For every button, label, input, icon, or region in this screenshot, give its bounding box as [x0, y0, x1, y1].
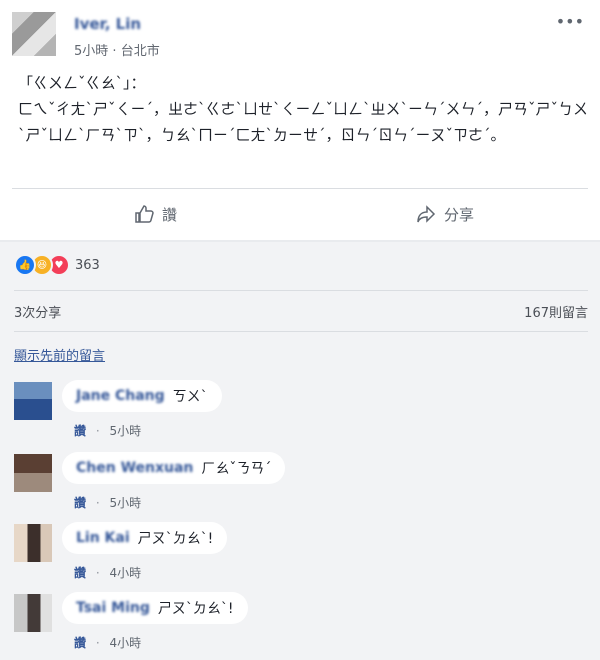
commenter-avatar[interactable]: [14, 594, 52, 632]
share-button[interactable]: 分享: [416, 199, 474, 229]
commenter-avatar[interactable]: [14, 454, 52, 492]
post-location[interactable]: 台北市: [121, 44, 160, 59]
comment-meta: 讚 · 4小時: [74, 634, 141, 651]
commenter-name[interactable]: Chen Wenxuan: [76, 460, 193, 476]
comment-time[interactable]: 5小時: [110, 424, 142, 438]
comment-bubble: Chen Wenxuan ㄏㄠˇㄋㄢˊ: [62, 452, 286, 484]
comment-text: ㄕㄡˋㄉㄠˋ!: [137, 531, 214, 547]
like-button[interactable]: 讚: [134, 199, 177, 229]
commenter-name[interactable]: Tsai Ming: [76, 600, 150, 616]
comment-time[interactable]: 4小時: [110, 636, 142, 650]
comment-time[interactable]: 5小時: [110, 496, 142, 510]
thumbs-up-icon: [135, 205, 154, 223]
comment-like-link[interactable]: 讚: [74, 636, 86, 650]
separator-dot: ·: [112, 44, 121, 59]
feedback-panel: 👍 😆 ♥ 363 3次分享 167則留言 顯示先前的留言 Jane Chang…: [0, 242, 600, 660]
reaction-count: 363: [75, 257, 100, 273]
show-previous-comments-link[interactable]: 顯示先前的留言: [14, 345, 105, 364]
comment-bubble: Tsai Ming ㄕㄡˋㄉㄠˋ!: [62, 592, 248, 624]
separator-dot: ·: [95, 566, 100, 580]
comment-like-link[interactable]: 讚: [74, 496, 86, 510]
post-text: 「ㄍㄨㄥˇㄍㄠˋ」： ㄈㄟˇㄔㄤˋㄕˇㄑㄧˊ，ㄓㄜˋㄍㄜˋㄩㄝˋㄑㄧㄥˇㄩㄥˋㄓ…: [18, 74, 589, 144]
comment-time[interactable]: 4小時: [110, 566, 142, 580]
comment-text: ㄏㄠˇㄋㄢˊ: [201, 461, 272, 477]
separator-dot: ·: [95, 496, 100, 510]
comment-bubble: Jane Chang ㄎㄨˋ: [62, 380, 222, 412]
comment-item: Jane Chang ㄎㄨˋ 讚 · 5小時: [14, 380, 574, 446]
author-avatar[interactable]: [12, 12, 56, 56]
comment-bubble: Lin Kai ㄕㄡˋㄉㄠˋ!: [62, 522, 228, 554]
comment-item: Chen Wenxuan ㄏㄠˇㄋㄢˊ 讚 · 5小時: [14, 452, 574, 518]
share-arrow-icon: [417, 205, 436, 223]
reactions-summary[interactable]: 👍 😆 ♥ 363: [14, 254, 100, 276]
separator-dot: ·: [95, 636, 100, 650]
post-time[interactable]: 5小時: [74, 44, 108, 59]
post-card: Iver, Lin 5小時 · 台北市 ••• 「ㄍㄨㄥˇㄍㄠˋ」： ㄈㄟˇㄔㄤ…: [0, 0, 600, 240]
commenter-avatar[interactable]: [14, 382, 52, 420]
post-meta: 5小時 · 台北市: [74, 40, 160, 59]
comment-meta: 讚 · 5小時: [74, 494, 141, 511]
like-label: 讚: [162, 205, 178, 224]
comment-text: ㄕㄡˋㄉㄠˋ!: [157, 601, 234, 617]
comment-meta: 讚 · 4小時: [74, 564, 141, 581]
comment-count[interactable]: 167則留言: [524, 302, 588, 321]
commenter-name[interactable]: Jane Chang: [76, 388, 165, 404]
comment-item: Lin Kai ㄕㄡˋㄉㄠˋ! 讚 · 4小時: [14, 522, 574, 588]
commenter-avatar[interactable]: [14, 524, 52, 562]
comment-item: Tsai Ming ㄕㄡˋㄉㄠˋ! 讚 · 4小時: [14, 592, 574, 658]
commenter-name[interactable]: Lin Kai: [76, 530, 130, 546]
author-name[interactable]: Iver, Lin: [74, 15, 141, 33]
comment-like-link[interactable]: 讚: [74, 424, 86, 438]
post-stats: 3次分享 167則留言: [14, 290, 588, 332]
comment-meta: 讚 · 5小時: [74, 422, 141, 439]
share-count[interactable]: 3次分享: [14, 302, 61, 321]
separator-dot: ·: [95, 424, 100, 438]
more-options-icon[interactable]: •••: [556, 12, 584, 31]
comment-text: ㄎㄨˋ: [172, 389, 208, 405]
comment-like-link[interactable]: 讚: [74, 566, 86, 580]
share-label: 分享: [444, 205, 475, 224]
post-actions: 讚 分享: [12, 188, 588, 239]
like-reaction-icon: 👍: [14, 254, 36, 276]
